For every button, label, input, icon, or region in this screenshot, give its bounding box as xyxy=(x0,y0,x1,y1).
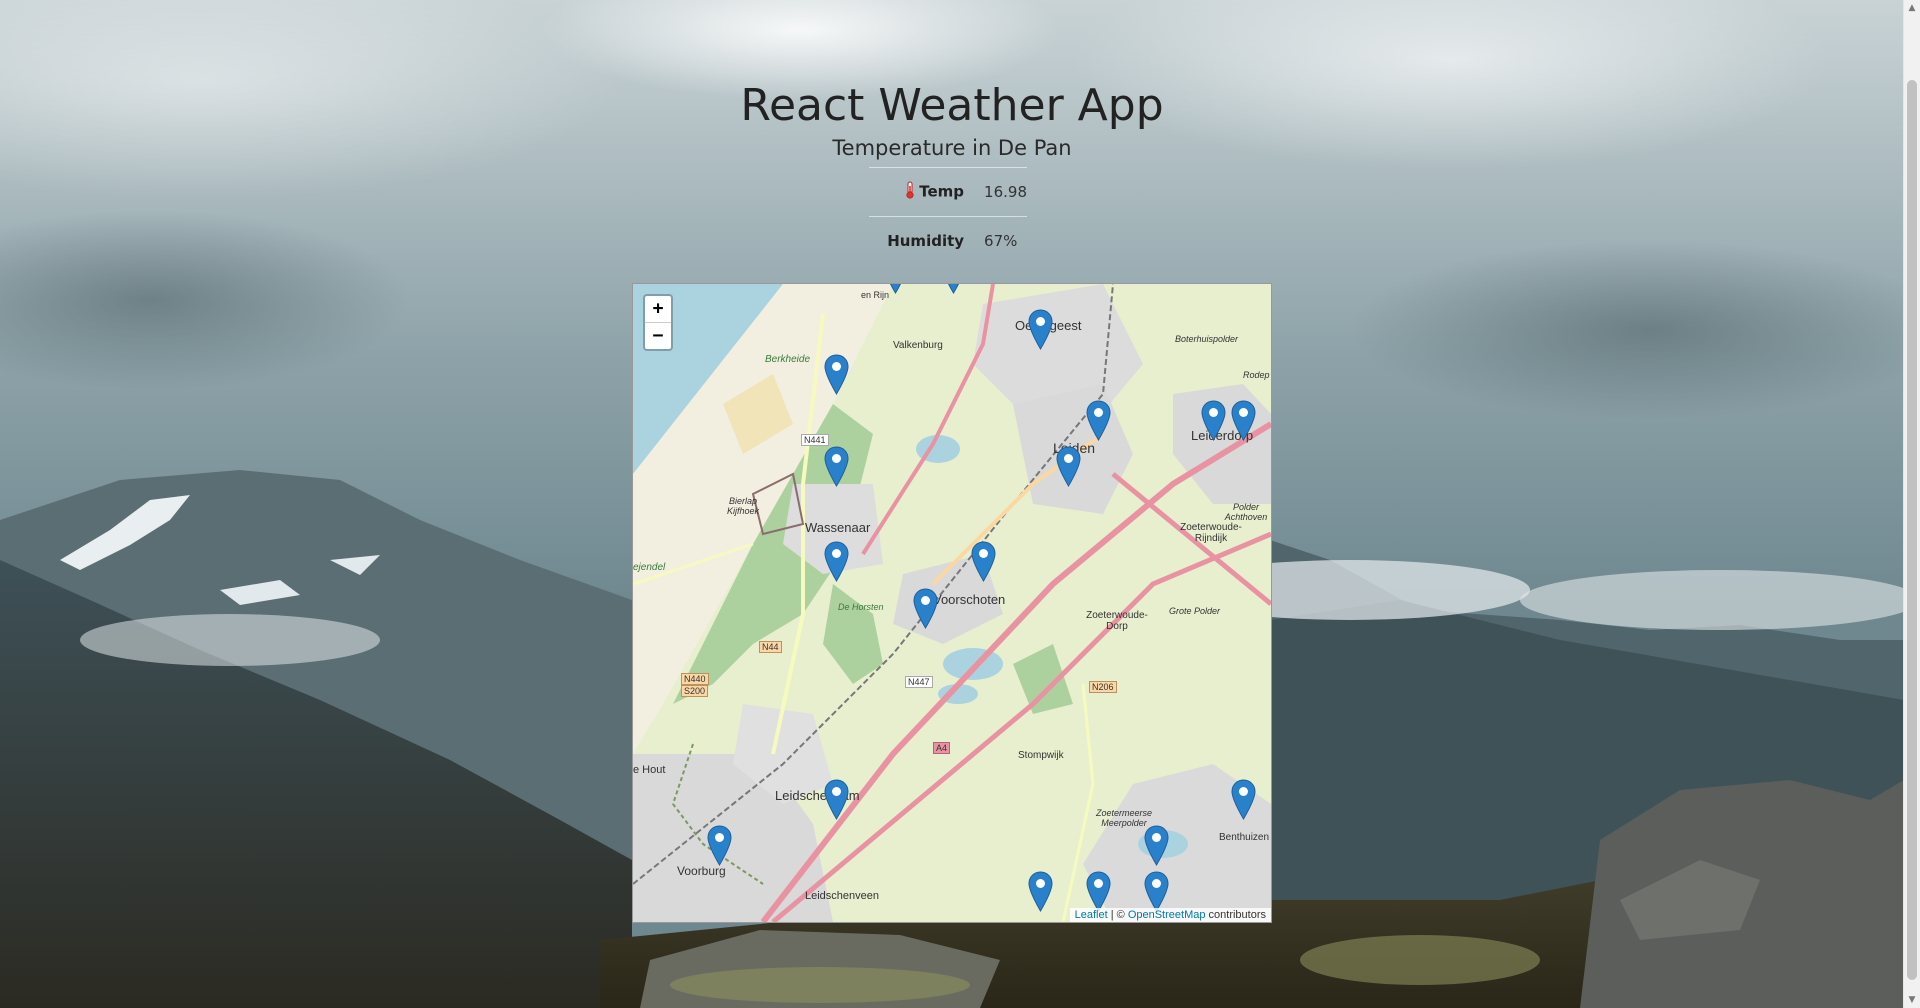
place-label: De Horsten xyxy=(838,602,884,612)
place-label: e Hout xyxy=(633,764,666,776)
map-marker-pin-icon[interactable] xyxy=(707,825,732,866)
place-label: Benthuizen xyxy=(1219,832,1270,843)
thermometer-icon xyxy=(905,181,915,203)
place-label: Voorburg xyxy=(677,864,726,878)
temp-label-cell: Temp xyxy=(869,167,985,217)
road-label: N441 xyxy=(801,434,829,446)
map-marker-pin-icon[interactable] xyxy=(1144,871,1169,912)
stat-row-temp: Temp 16.98 xyxy=(869,167,1027,217)
road-label: N447 xyxy=(905,676,933,688)
place-label: Valkenburg xyxy=(893,340,943,351)
humidity-label: Humidity xyxy=(869,216,985,265)
place-label: Stompwijk xyxy=(1018,750,1064,761)
place-label: Zoeterwoude-Dorp xyxy=(1086,610,1148,632)
zoom-in-button[interactable]: + xyxy=(645,296,671,322)
map-marker-pin-icon[interactable] xyxy=(1028,309,1053,350)
place-label: Boterhuispolder xyxy=(1175,334,1239,344)
map-marker-pin-icon[interactable] xyxy=(1056,446,1081,487)
zoom-control: + − xyxy=(643,294,673,351)
temp-label: Temp xyxy=(919,182,965,201)
place-label: Zoeterwoude-Rijndijk xyxy=(1180,522,1242,544)
place-label: Voorschoten xyxy=(933,592,1006,607)
osm-link[interactable]: OpenStreetMap xyxy=(1128,909,1206,921)
map-attribution: Leaflet | © OpenStreetMap contributors xyxy=(1069,908,1271,922)
map-marker-pin-icon[interactable] xyxy=(1086,871,1111,912)
map-marker-pin-icon[interactable] xyxy=(1028,871,1053,912)
stat-row-humidity: Humidity 67% xyxy=(869,216,1027,265)
scrollbar[interactable]: ▲ ▼ xyxy=(1903,0,1920,1008)
map-marker-pin-icon[interactable] xyxy=(824,446,849,487)
leaflet-link[interactable]: Leaflet xyxy=(1075,909,1108,921)
map-marker-pin-icon[interactable] xyxy=(824,354,849,395)
road-label: S200 xyxy=(681,685,709,697)
map-container[interactable]: Oegstgeest Valkenburg Berkheide Leiden L… xyxy=(632,283,1272,923)
scroll-down-arrow-icon[interactable]: ▼ xyxy=(1904,992,1920,1008)
road-label: N440 xyxy=(681,673,709,685)
location-subtitle: Temperature in De Pan xyxy=(832,136,1072,160)
place-label: Leidschenveen xyxy=(805,890,880,902)
map-marker-pin-icon[interactable] xyxy=(941,284,966,294)
place-label: Wassenaar xyxy=(805,520,871,535)
map-marker-pin-icon[interactable] xyxy=(913,588,938,629)
map-marker-pin-icon[interactable] xyxy=(883,284,908,294)
place-label: Grote Polder xyxy=(1169,606,1221,616)
map-marker-pin-icon[interactable] xyxy=(1201,400,1226,441)
attribution-separator: | © xyxy=(1107,909,1128,921)
temp-value: 16.98 xyxy=(984,167,1027,217)
road-label: N206 xyxy=(1089,681,1117,693)
place-label: Bierlap Kijfhoek xyxy=(726,496,760,516)
place-label: Polder Achthoven xyxy=(1224,502,1268,522)
map-marker-pin-icon[interactable] xyxy=(1086,400,1111,441)
map-marker-pin-icon[interactable] xyxy=(1231,779,1256,820)
weather-stats-table: Temp 16.98 Humidity 67% xyxy=(869,167,1027,265)
map-marker-pin-icon[interactable] xyxy=(1231,400,1256,441)
map-marker-pin-icon[interactable] xyxy=(824,541,849,582)
road-label: N44 xyxy=(759,641,782,653)
scroll-up-arrow-icon[interactable]: ▲ xyxy=(1904,0,1920,16)
humidity-value: 67% xyxy=(984,216,1027,265)
attribution-contributors: contributors xyxy=(1205,909,1266,921)
road-label: A4 xyxy=(933,742,951,754)
scroll-thumb[interactable] xyxy=(1907,80,1917,980)
app-title: React Weather App xyxy=(740,80,1164,131)
place-label: Rodep xyxy=(1243,370,1270,380)
map-marker-pin-icon[interactable] xyxy=(1144,825,1169,866)
place-label: Berkheide xyxy=(765,354,811,365)
map-marker-pin-icon[interactable] xyxy=(824,779,849,820)
map-marker-pin-icon[interactable] xyxy=(971,541,996,582)
zoom-out-button[interactable]: − xyxy=(645,322,671,349)
place-label: ejendel xyxy=(633,562,666,573)
